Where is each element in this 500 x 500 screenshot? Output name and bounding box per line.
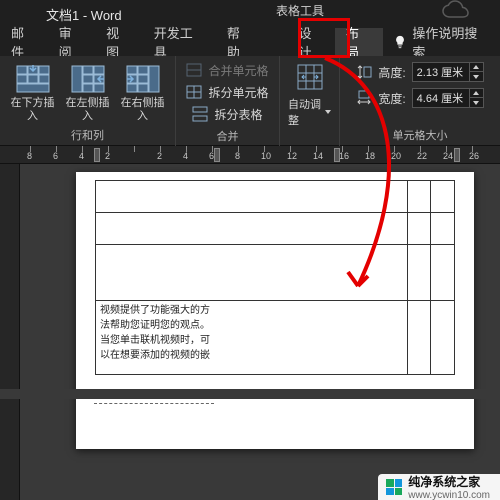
tab-review[interactable]: 审阅: [48, 28, 96, 56]
app-root: 文档1 - Word 表格工具 邮件 审阅 视图 开发工具 帮助 设计 布局 操…: [0, 0, 500, 500]
paragraph-line: 以在想要添加的视频的嵌: [100, 348, 403, 363]
autofit-button[interactable]: 自动调整: [280, 56, 339, 131]
watermark: 纯净系统之家 www.ycwin10.com: [378, 474, 500, 500]
watermark-brand: 纯净系统之家: [408, 473, 490, 490]
split-table-label: 拆分表格: [214, 106, 262, 123]
paragraph-line: 视频提供了功能强大的方: [100, 303, 403, 318]
autofit-label: 自动调整: [288, 96, 323, 128]
group-cell-size-label: 单元格大小: [340, 127, 500, 146]
table-tools-label: 表格工具: [276, 2, 324, 19]
tab-view[interactable]: 视图: [95, 28, 143, 56]
dropdown-caret-icon: [325, 110, 331, 114]
group-rows-cols-label: 行和列: [0, 127, 175, 146]
tell-me-search[interactable]: 操作说明搜索: [412, 28, 500, 56]
group-merge-label: 合并: [176, 128, 279, 147]
paragraph-line: 当您单击联机视频时，可: [100, 333, 403, 348]
watermark-logo-icon: [386, 479, 402, 495]
tab-design[interactable]: 设计: [287, 28, 335, 56]
tab-help[interactable]: 帮助: [216, 28, 264, 56]
cloud-sync-icon[interactable]: [436, 0, 476, 24]
height-spin-down[interactable]: [469, 72, 483, 81]
width-label: 宽度:: [378, 90, 405, 107]
height-field[interactable]: 2.13 厘米: [412, 62, 484, 82]
document-page-2[interactable]: [76, 403, 474, 433]
document-page[interactable]: 视频提供了功能强大的方 法帮助您证明您的观点。 当您单击联机视频时，可 以在想要…: [76, 172, 474, 449]
height-value: 2.13 厘米: [413, 64, 469, 80]
insert-below-icon: [16, 65, 50, 93]
group-rows-cols: 在下方插入 在左侧插入: [0, 56, 176, 146]
table-row: [96, 245, 455, 301]
split-table-button[interactable]: 拆分表格: [192, 104, 262, 124]
document-table[interactable]: 视频提供了功能强大的方 法帮助您证明您的观点。 当您单击联机视频时，可 以在想要…: [95, 180, 455, 375]
merge-cells-button: 合并单元格: [186, 60, 268, 80]
table-row: [96, 213, 455, 245]
col-width-icon: [356, 90, 372, 106]
ruler-column-stop[interactable]: [454, 148, 460, 162]
tab-mail[interactable]: 邮件: [0, 28, 48, 56]
split-cells-icon: [186, 84, 202, 100]
window-title: 文档1 - Word: [46, 5, 122, 24]
insert-left-label: 在左侧插入: [61, 97, 114, 121]
autofit-icon: [295, 62, 325, 92]
lightbulb-icon: [393, 34, 409, 50]
insert-left-button[interactable]: 在左侧插入: [61, 65, 114, 121]
insert-right-button[interactable]: 在右侧插入: [116, 65, 169, 121]
row-height-icon: [356, 64, 372, 80]
insert-left-icon: [71, 65, 105, 93]
group-autofit: 自动调整: [280, 56, 340, 146]
merge-cells-label: 合并单元格: [208, 62, 268, 79]
merge-cells-icon: [186, 62, 202, 78]
table-row: 视频提供了功能强大的方 法帮助您证明您的观点。 当您单击联机视频时，可 以在想要…: [96, 301, 455, 375]
ribbon: 在下方插入 在左侧插入: [0, 56, 500, 146]
horizontal-ruler[interactable]: 86422468101214161820222426: [0, 146, 500, 164]
group-merge: 合并单元格 拆分单元格 拆分表格 合并: [176, 56, 280, 146]
split-cells-button[interactable]: 拆分单元格: [186, 82, 268, 102]
tab-devtools[interactable]: 开发工具: [143, 28, 216, 56]
split-cells-label: 拆分单元格: [208, 84, 268, 101]
insert-right-icon: [126, 65, 160, 93]
watermark-url: www.ycwin10.com: [408, 490, 490, 500]
insert-below-button[interactable]: 在下方插入: [6, 65, 59, 121]
width-spin-up[interactable]: [469, 89, 483, 98]
table-row: [96, 181, 455, 213]
split-table-icon: [192, 106, 208, 122]
ribbon-tabs: 邮件 审阅 视图 开发工具 帮助 设计 布局 操作说明搜索: [0, 28, 500, 56]
page-break: [0, 389, 500, 399]
height-label: 高度:: [378, 64, 405, 81]
ruler-column-stop[interactable]: [214, 148, 220, 162]
tab-layout[interactable]: 布局: [335, 28, 383, 56]
width-field[interactable]: 4.64 厘米: [412, 88, 484, 108]
width-value: 4.64 厘米: [413, 90, 469, 106]
ruler-column-stop[interactable]: [334, 148, 340, 162]
section-break-line: [94, 403, 214, 404]
document-area: 视频提供了功能强大的方 法帮助您证明您的观点。 当您单击联机视频时，可 以在想要…: [0, 164, 500, 500]
width-spin-down[interactable]: [469, 98, 483, 107]
insert-right-label: 在右侧插入: [116, 97, 169, 121]
insert-below-label: 在下方插入: [6, 97, 59, 121]
height-spin-up[interactable]: [469, 63, 483, 72]
paragraph-line: 法帮助您证明您的观点。: [100, 318, 403, 333]
vertical-ruler[interactable]: [0, 164, 20, 500]
group-cell-size: 高度: 2.13 厘米 宽度: 4.64 厘米 单元格大小: [340, 56, 500, 146]
ruler-column-stop[interactable]: [94, 148, 100, 162]
